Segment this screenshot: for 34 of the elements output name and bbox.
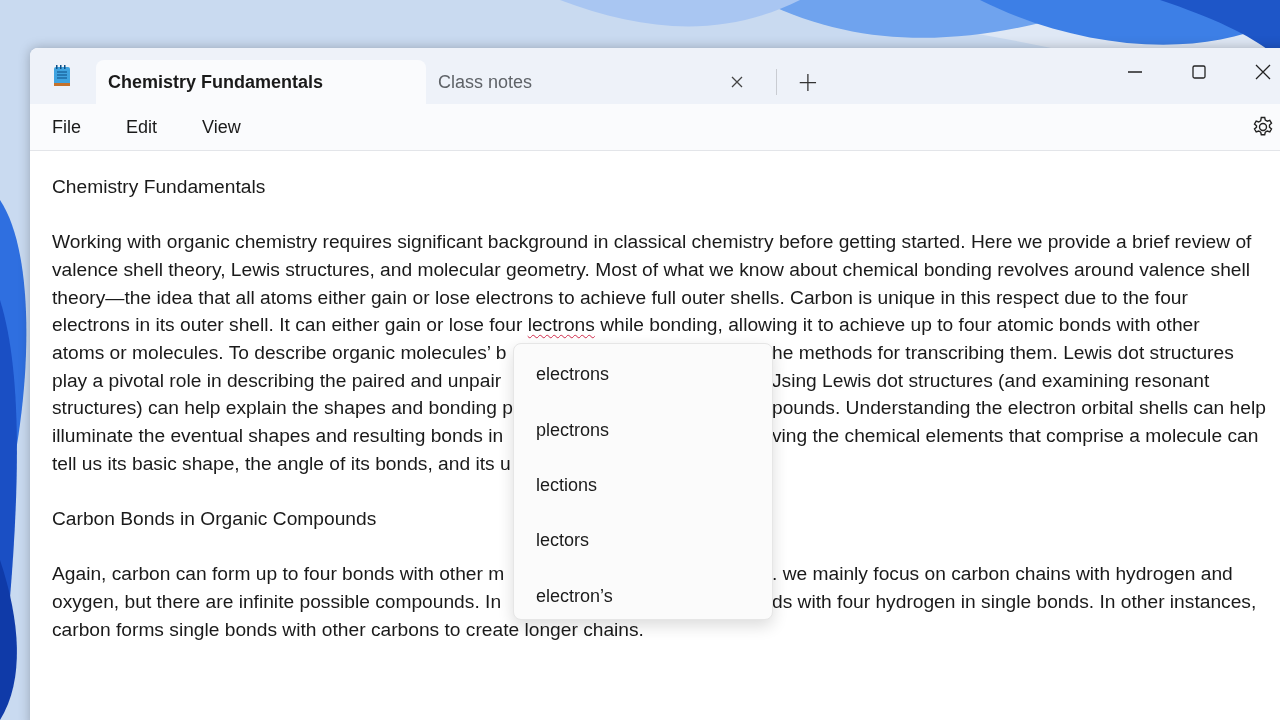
settings-icon[interactable]: [1252, 116, 1274, 138]
menu-item[interactable]: View: [202, 116, 241, 138]
maximize-icon[interactable]: [1191, 64, 1207, 80]
text-fragment: . we mainly focus on carbon chains with hydrogen and: [772, 563, 1233, 585]
tab[interactable]: Class notes: [426, 60, 756, 104]
text-line: Working with organic chemistry requires significant background in classical chemistry before getting started. Here we provide a brief review of: [52, 231, 1252, 254]
text-line: valence shell theory, Lewis structures, and molecular geometry. Most of what we know about chemical bonding revolves around valence shell: [52, 258, 1251, 281]
suggestion-item[interactable]: electrons: [514, 347, 772, 403]
text-fragment: atoms or molecules. To describe organic molecules’ b: [52, 341, 507, 363]
close-icon[interactable]: [730, 75, 744, 89]
text-line: electrons in its outer shell. It can either gain or lose four lectrons while bonding, allowing it to achieve up to four atomic bonds with other: [52, 314, 1200, 337]
suggestion-item[interactable]: lectors: [514, 513, 772, 569]
text-fragment: tell us its basic shape, the angle of its bonds, and its u: [52, 452, 511, 474]
text-fragment: play a pivotal role in describing the paired and unpair: [52, 369, 502, 391]
text-fragment: Again, carbon can form up to four bonds with other m: [52, 563, 505, 585]
text-fragment: structures) can help explain the shapes and bonding p: [52, 397, 513, 419]
text-fragment: Jsing Lewis dot structures (and examining resonant: [772, 369, 1210, 391]
text-fragment: illuminate the eventual shapes and resulting bonds in: [52, 425, 504, 447]
text-line: theory—the idea that all atoms either gain or lose electrons to achieve full outer shells. Carbon is unique in this respect due to the four: [52, 286, 1188, 309]
tab[interactable]: Chemistry Fundamentals: [96, 60, 426, 104]
text-fragment: ving the chemical elements that comprise a molecule can: [772, 425, 1259, 447]
text-fragment: ds with four hydrogen in single bonds. In other instances,: [772, 591, 1257, 613]
menu-item[interactable]: File: [52, 116, 81, 138]
text-line: Carbon Bonds in Organic Compounds: [52, 508, 377, 531]
suggestion-item[interactable]: plectrons: [514, 402, 772, 458]
text-line: Chemistry Fundamentals: [52, 175, 266, 198]
text-fragment: oxygen, but there are infinite possible compounds. In: [52, 591, 502, 613]
close-icon[interactable]: [1255, 64, 1271, 80]
menu-item[interactable]: Edit: [126, 116, 158, 138]
text-fragment: pounds. Understanding the electron orbital shells can help: [772, 397, 1266, 419]
new-tab-button[interactable]: +: [791, 60, 825, 104]
notepad-icon: [52, 64, 72, 88]
text-fragment: he methods for transcribing them. Lewis dot structures: [772, 341, 1234, 363]
suggestion-item[interactable]: lections: [514, 457, 772, 514]
